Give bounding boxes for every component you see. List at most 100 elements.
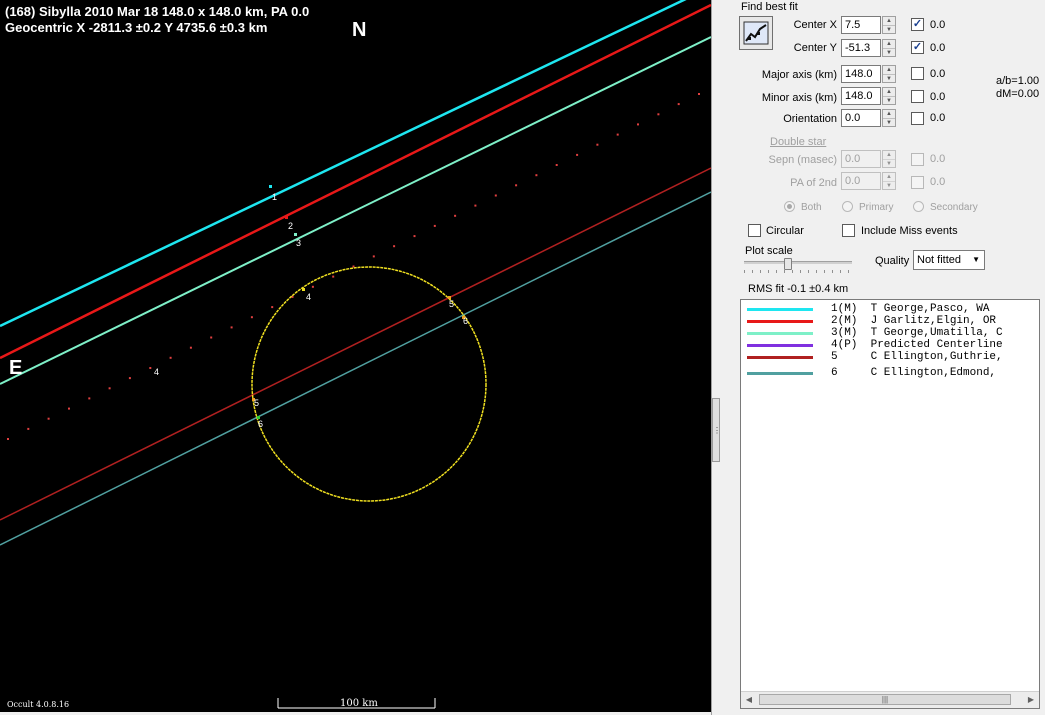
major-axis-label: Major axis (km) [761, 69, 837, 81]
center-x-input[interactable]: 7.5 [841, 16, 881, 34]
center-y-label: Center Y [793, 42, 837, 54]
chord-label-1: 1 [272, 192, 277, 202]
chord-label-5a: 5 [449, 299, 454, 309]
predicted-centerline-dot [332, 275, 335, 278]
legend-item[interactable]: 1(M) T George,Pasco, WA [741, 303, 1039, 315]
predicted-centerline-dot [413, 235, 416, 238]
center-x-spinner[interactable]: ▲ ▼ [882, 16, 896, 34]
orientation-uncertainty: 0.0 [930, 112, 946, 124]
chord-legend-list[interactable]: 1(M) T George,Pasco, WA 2(M) J Garlitz,E… [740, 299, 1040, 709]
predicted-centerline [7, 93, 700, 440]
predicted-centerline-dot [393, 245, 396, 248]
plot-subtitle: Geocentric X -2811.3 ±0.2 Y 4735.6 ±0.3 … [5, 20, 267, 35]
include-miss-checkbox[interactable] [842, 224, 855, 237]
occultation-plot[interactable]: 1 2 3 4 4 5 6 5 6 (168) Sibylla 2010 Mar… [0, 0, 711, 712]
predicted-centerline-dot [210, 336, 213, 339]
chord-label-6a: 6 [463, 316, 468, 326]
predicted-centerline-dot [637, 123, 639, 126]
center-x-label: Center X [793, 19, 837, 31]
center-y-spinner[interactable]: ▲ ▼ [882, 39, 896, 57]
radio-secondary[interactable] [913, 201, 924, 212]
major-axis-uncertainty: 0.0 [930, 68, 946, 80]
quality-dropdown[interactable]: Not fitted ▼ [913, 250, 985, 270]
legend-swatch [747, 320, 813, 323]
predicted-centerline-dot [108, 387, 111, 390]
sepn-spinner[interactable]: ▲ ▼ [882, 150, 896, 168]
plot-scale-thumb[interactable] [784, 258, 792, 270]
chord-label-6b: 6 [258, 419, 263, 429]
predicted-centerline-dot [596, 143, 599, 146]
pa2-fit-checkbox[interactable] [911, 176, 924, 189]
legend-item[interactable]: 4(P) Predicted Centerline [741, 339, 1039, 351]
predicted-centerline-dot [698, 93, 700, 95]
chord-2-line [0, 3, 711, 360]
predicted-centerline-dot [555, 164, 558, 166]
circular-label: Circular [766, 225, 804, 237]
legend-text: 2(M) J Garlitz,Elgin, OR [831, 315, 997, 327]
legend-swatch [747, 344, 813, 347]
scroll-thumb[interactable]: ||| [759, 694, 1011, 705]
chevron-down-icon: ▼ [972, 255, 980, 264]
include-miss-label: Include Miss events [861, 225, 958, 237]
legend-item[interactable]: 6 C Ellington,Edmond, [741, 367, 1039, 379]
legend-text: 3(M) T George,Umatilla, C [831, 327, 1003, 339]
legend-horizontal-scrollbar[interactable]: ◀ ||| ▶ [741, 691, 1039, 708]
scale-bar-label: 100 km [340, 698, 378, 709]
plot-scale-slider[interactable] [744, 258, 852, 274]
legend-text: 5 C Ellington,Guthrie, [831, 351, 1003, 363]
sepn-fit-checkbox[interactable] [911, 153, 924, 166]
orientation-input[interactable]: 0.0 [841, 109, 881, 127]
sepn-label: Sepn (masec) [768, 154, 837, 166]
center-x-fit-checkbox[interactable]: ✓ [911, 18, 924, 31]
predicted-centerline-dot [474, 204, 477, 207]
legend-text: 6 C Ellington,Edmond, [831, 367, 997, 379]
chord-label-3: 3 [296, 238, 301, 248]
predicted-centerline-dot [169, 356, 172, 359]
minor-axis-spinner[interactable]: ▲ ▼ [882, 87, 896, 105]
splitter-grip[interactable]: ⋮ [712, 398, 721, 462]
pa2-spinner[interactable]: ▲ ▼ [882, 172, 896, 190]
predicted-centerline-dot [677, 103, 680, 106]
legend-item[interactable]: 3(M) T George,Umatilla, C [741, 327, 1039, 339]
rms-fit: RMS fit -0.1 ±0.4 km [748, 283, 849, 295]
plot-scale-label: Plot scale [745, 245, 793, 257]
radio-both[interactable] [784, 201, 795, 212]
chord-6-line [0, 191, 711, 546]
predicted-centerline-dot [27, 427, 30, 430]
major-axis-fit-checkbox[interactable] [911, 67, 924, 80]
center-y-fit-checkbox[interactable]: ✓ [911, 41, 924, 54]
radio-both-label: Both [801, 202, 822, 213]
circular-checkbox[interactable] [748, 224, 761, 237]
minor-axis-fit-checkbox[interactable] [911, 90, 924, 103]
minor-axis-label: Minor axis (km) [761, 92, 837, 104]
north-label: N [352, 19, 366, 41]
scroll-right-icon[interactable]: ▶ [1023, 692, 1039, 708]
predicted-centerline-dot [189, 346, 192, 349]
plot-canvas: 1 2 3 4 4 5 6 5 6 (168) Sibylla 2010 Mar… [0, 0, 711, 709]
legend-text: 4(P) Predicted Centerline [831, 339, 1003, 351]
orientation-fit-checkbox[interactable] [911, 112, 924, 125]
predicted-centerline-dot [535, 174, 538, 177]
sepn-input[interactable]: 0.0 [841, 150, 881, 168]
pa2-uncertainty: 0.0 [930, 176, 946, 188]
predicted-centerline-dot [515, 184, 518, 187]
event-markers [252, 185, 465, 419]
minor-axis-input[interactable]: 148.0 [841, 87, 881, 105]
radio-primary[interactable] [842, 201, 853, 212]
chord-1-line [0, 0, 687, 328]
legend-item[interactable]: 5 C Ellington,Guthrie, [741, 351, 1039, 363]
splitter-bar[interactable] [711, 0, 722, 715]
major-axis-spinner[interactable]: ▲ ▼ [882, 65, 896, 83]
center-y-input[interactable]: -51.3 [841, 39, 881, 57]
chord-label-4a: 4 [306, 292, 311, 302]
legend-item[interactable]: 2(M) J Garlitz,Elgin, OR [741, 315, 1039, 327]
pa2-input[interactable]: 0.0 [841, 172, 881, 190]
radio-primary-label: Primary [859, 202, 894, 213]
scroll-left-icon[interactable]: ◀ [741, 692, 757, 708]
orientation-label: Orientation [783, 113, 837, 125]
major-axis-input[interactable]: 148.0 [841, 65, 881, 83]
predicted-centerline-dot [128, 377, 131, 380]
orientation-spinner[interactable]: ▲ ▼ [882, 109, 896, 127]
ratio-dm: dM=0.00 [996, 88, 1040, 100]
east-label: E [9, 357, 22, 379]
